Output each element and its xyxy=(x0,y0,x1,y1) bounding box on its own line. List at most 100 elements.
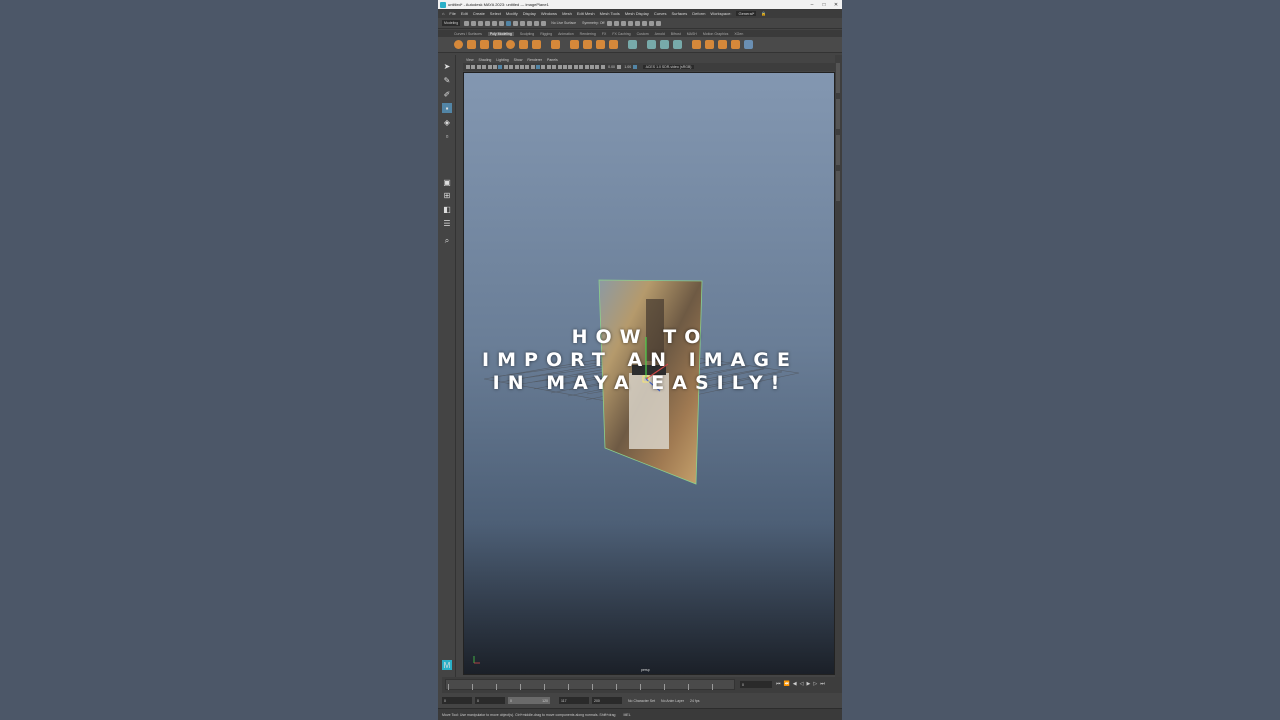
menu-edit[interactable]: Edit xyxy=(461,11,468,16)
menu-modify[interactable]: Modify xyxy=(506,11,518,16)
menu-deform[interactable]: Deform xyxy=(692,11,705,16)
minimize-button[interactable]: – xyxy=(806,2,818,8)
use-all-lights-icon[interactable] xyxy=(552,65,557,69)
poly-torus-icon[interactable] xyxy=(506,40,515,49)
scale-tool-icon[interactable]: ▫ xyxy=(442,131,452,141)
2d-pan-zoom-icon[interactable] xyxy=(487,65,492,69)
move-tool-icon[interactable]: ▪ xyxy=(442,103,452,113)
ipr-render-icon[interactable] xyxy=(614,20,620,26)
two-pane-layout-icon[interactable]: ◧ xyxy=(442,204,452,214)
safe-action-icon[interactable] xyxy=(525,65,530,69)
fps-dropdown[interactable]: 24 fps xyxy=(690,699,700,703)
character-set-dropdown[interactable]: No Character Set xyxy=(628,699,655,703)
inner-start-field[interactable]: 0 xyxy=(475,697,505,704)
menu-mesh[interactable]: Mesh xyxy=(562,11,572,16)
poly-cone-icon[interactable] xyxy=(493,40,502,49)
anti-aliasing-icon[interactable] xyxy=(573,65,578,69)
search-icon[interactable]: ⌕ xyxy=(442,236,452,246)
insert-edge-loop-icon[interactable] xyxy=(731,40,740,49)
modeling-toolkit-icon[interactable] xyxy=(642,20,648,26)
panel-menu-renderer[interactable]: Renderer xyxy=(527,58,542,62)
poly-disc-icon[interactable] xyxy=(532,40,541,49)
wireframe-on-shaded-icon[interactable] xyxy=(541,65,546,69)
shelf-tab-rendering[interactable]: Rendering xyxy=(580,32,596,36)
ambient-occlusion-icon[interactable] xyxy=(563,65,568,69)
shelf-tab-rigging[interactable]: Rigging xyxy=(540,32,552,36)
step-forward-frame-icon[interactable]: ▷ xyxy=(813,681,817,688)
shelf-tab-fx[interactable]: FX xyxy=(602,32,606,36)
bridge-icon[interactable] xyxy=(660,40,669,49)
bookmark-icon[interactable] xyxy=(476,65,481,69)
select-object-icon[interactable] xyxy=(506,20,512,26)
film-gate-icon[interactable] xyxy=(503,65,508,69)
save-scene-icon[interactable] xyxy=(478,20,484,26)
isolate-select-icon[interactable] xyxy=(579,65,584,69)
range-bar-handle[interactable]: 0 120 xyxy=(508,697,550,704)
textured-icon[interactable] xyxy=(546,65,551,69)
separate-icon[interactable] xyxy=(583,40,592,49)
tab-attribute-editor[interactable] xyxy=(836,99,840,129)
menu-create[interactable]: Create xyxy=(473,11,485,16)
grease-pencil-icon[interactable] xyxy=(492,65,497,69)
undo-icon[interactable] xyxy=(485,20,491,26)
start-time-field[interactable]: 0 xyxy=(442,697,472,704)
xray-joints-icon[interactable] xyxy=(589,65,594,69)
snap-surface-icon[interactable] xyxy=(541,20,547,26)
exposure-icon[interactable] xyxy=(600,65,605,69)
gamma-value[interactable]: 1.00 xyxy=(624,65,631,69)
shelf-tab-animation[interactable]: Animation xyxy=(558,32,574,36)
shelf-tab-curves-surfaces[interactable]: Curves / Surfaces xyxy=(454,32,482,36)
new-scene-icon[interactable] xyxy=(464,20,470,26)
uv-editor-icon[interactable] xyxy=(744,40,753,49)
wireframe-icon[interactable] xyxy=(530,65,535,69)
four-view-layout-icon[interactable]: ⊞ xyxy=(442,190,452,200)
super-shapes-icon[interactable] xyxy=(551,40,560,49)
menuset-dropdown[interactable]: Modeling xyxy=(442,20,461,26)
select-hierarchy-icon[interactable] xyxy=(499,20,505,26)
render-icon[interactable] xyxy=(607,20,613,26)
menu-mesh-display[interactable]: Mesh Display xyxy=(625,11,649,16)
rotate-tool-icon[interactable]: ◈ xyxy=(442,117,452,127)
select-component-icon[interactable] xyxy=(513,20,519,26)
shelf-tab-sculpting[interactable]: Sculpting xyxy=(520,32,534,36)
outer-end-field[interactable]: 117 xyxy=(559,697,589,704)
current-frame-field[interactable]: 0 xyxy=(740,681,772,688)
menu-select[interactable]: Select xyxy=(490,11,501,16)
image-plane-icon[interactable] xyxy=(482,65,487,69)
play-back-icon[interactable]: ◁ xyxy=(800,681,804,688)
paint-select-tool-icon[interactable]: ✐ xyxy=(442,89,452,99)
time-slider[interactable]: 0 ⏮ ⏪ ◀ ◁ ▶ ▷ ⏭ xyxy=(442,677,842,693)
redo-icon[interactable] xyxy=(492,20,498,26)
maya-help-icon[interactable]: M xyxy=(442,660,452,670)
resolution-gate-icon[interactable] xyxy=(509,65,514,69)
home-icon[interactable]: ⌂ xyxy=(442,11,444,16)
bevel-icon[interactable] xyxy=(673,40,682,49)
time-ruler[interactable] xyxy=(445,679,735,690)
live-surface-label[interactable]: No Live Surface xyxy=(551,21,576,25)
gamma-icon[interactable] xyxy=(616,65,621,69)
go-to-start-icon[interactable]: ⏮ xyxy=(776,681,781,688)
symmetry-label[interactable]: Symmetry: Off xyxy=(582,21,604,25)
menu-curves[interactable]: Curves xyxy=(654,11,667,16)
panel-menu-view[interactable]: View xyxy=(466,58,474,62)
snap-point-icon[interactable] xyxy=(534,20,540,26)
channel-box-icon[interactable] xyxy=(656,20,662,26)
attribute-editor-icon[interactable] xyxy=(649,20,655,26)
quad-draw-icon[interactable] xyxy=(718,40,727,49)
combine-icon[interactable] xyxy=(570,40,579,49)
smooth-shade-icon[interactable] xyxy=(536,65,541,69)
go-to-end-icon[interactable]: ⏭ xyxy=(820,681,825,688)
gate-mask-icon[interactable] xyxy=(514,65,519,69)
workspace-dropdown[interactable]: General* xyxy=(736,11,757,16)
open-scene-icon[interactable] xyxy=(471,20,477,26)
shelf-tab-fx-caching[interactable]: FX Caching xyxy=(612,32,630,36)
close-button[interactable]: ✕ xyxy=(830,2,842,8)
colorspace-dropdown[interactable]: ACES 1.0 SDR-video (sRGB) xyxy=(642,65,695,69)
panel-menu-lighting[interactable]: Lighting xyxy=(496,58,508,62)
extrude-icon[interactable] xyxy=(647,40,656,49)
poly-cube-icon[interactable] xyxy=(467,40,476,49)
step-back-key-icon[interactable]: ⏪ xyxy=(784,681,790,688)
snap-grid-icon[interactable] xyxy=(520,20,526,26)
select-camera-icon[interactable] xyxy=(466,65,470,69)
single-perspective-layout-icon[interactable]: ▣ xyxy=(442,177,452,187)
